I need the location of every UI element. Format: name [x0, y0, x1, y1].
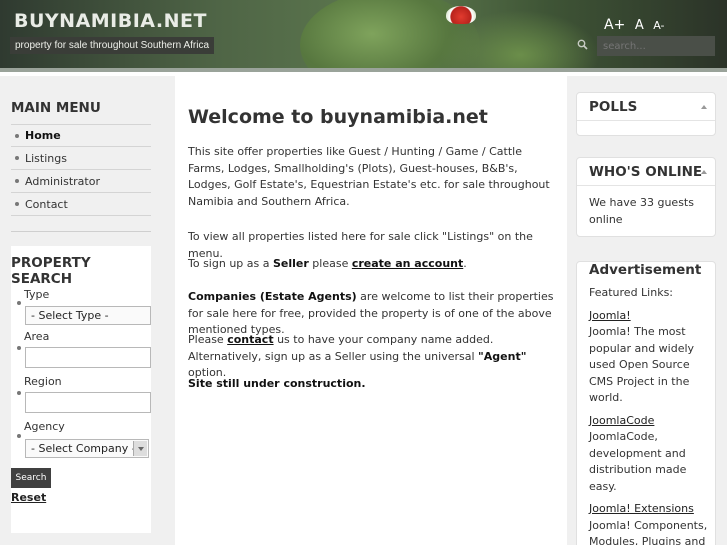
font-size-tools: A+ A A-	[604, 17, 670, 33]
reset-link[interactable]: Reset	[11, 491, 46, 504]
menu-item-administrator[interactable]: Administrator	[11, 170, 151, 193]
main-area: MAIN MENU Home Listings Administrator Co…	[0, 76, 727, 545]
frog-eye-graphic	[446, 6, 476, 24]
ad-link[interactable]: Joomla!	[589, 309, 631, 322]
bullet-icon	[17, 434, 21, 438]
site-header: BUYNAMIBIA.NET property for sale through…	[0, 0, 727, 72]
search-icon	[577, 39, 588, 50]
signup-text: To sign up as a	[188, 257, 273, 270]
font-decrease-button[interactable]: A-	[653, 19, 664, 32]
seller-text: Seller	[272, 257, 309, 270]
bullet-icon	[15, 202, 19, 206]
page-title: Welcome to buynamibia.net	[188, 106, 488, 128]
agent-text: "Agent"	[478, 349, 527, 363]
menu-divider	[11, 231, 151, 232]
online-count-text: We have 33 guests online	[589, 196, 694, 226]
main-menu-title: MAIN MENU	[11, 100, 101, 116]
main-content: Welcome to buynamibia.net This site offe…	[175, 76, 567, 545]
whos-online-title: WHO'S ONLINE	[589, 164, 703, 180]
property-search-title: PROPERTY SEARCH	[11, 255, 91, 287]
intro-paragraph: This site offer properties like Guest / …	[188, 145, 550, 208]
header-bottom-border	[0, 68, 727, 72]
font-reset-button[interactable]: A	[635, 18, 644, 33]
contact-paragraph: Please contact us to have your company n…	[188, 332, 558, 382]
agency-label: Agency	[24, 420, 65, 433]
module-divider	[577, 185, 715, 186]
site-title[interactable]: BUYNAMIBIA.NET	[14, 10, 207, 32]
right-sidebar: POLLS WHO'S ONLINE We have 33 guests onl…	[567, 76, 727, 545]
ad-description: JoomlaCode, development and distribution…	[589, 430, 687, 493]
property-search-module: PROPERTY SEARCH Type - Select Type - Are…	[11, 246, 151, 533]
create-account-link[interactable]: create an account	[352, 257, 463, 270]
ad-description: Joomla! The most popular and widely used…	[589, 325, 695, 404]
bullet-icon	[15, 156, 19, 160]
ad-link[interactable]: Joomla! Extensions	[589, 502, 694, 515]
signup-text-2: please	[308, 257, 352, 270]
menu-item-label: Listings	[25, 151, 67, 165]
contact-text: Please	[188, 333, 228, 346]
bullet-icon	[15, 179, 19, 183]
signup-text-3: .	[463, 257, 467, 270]
menu-item-label: Home	[25, 129, 61, 142]
featured-links-label: Featured Links:	[589, 286, 674, 299]
whos-online-module: WHO'S ONLINE We have 33 guests online	[576, 157, 716, 237]
contact-link[interactable]: contact	[227, 333, 273, 346]
main-menu: Home Listings Administrator Contact	[11, 124, 151, 216]
bullet-icon	[17, 391, 21, 395]
ad-item: JoomlaCode JoomlaCode, development and d…	[589, 413, 709, 496]
collapse-icon[interactable]	[701, 105, 707, 109]
bullet-icon	[15, 133, 19, 138]
ad-item: Joomla! Joomla! The most popular and wid…	[589, 308, 709, 407]
construction-text: Site still under construction.	[188, 377, 366, 390]
menu-item-home[interactable]: Home	[11, 124, 151, 147]
signup-paragraph: To sign up as a Seller please create an …	[188, 256, 558, 273]
collapse-icon[interactable]	[701, 170, 707, 174]
advertisement-title: Advertisement	[589, 262, 702, 278]
polls-module: POLLS	[576, 92, 716, 136]
type-label: Type	[24, 288, 50, 301]
companies-text: Companies (Estate Agents)	[188, 290, 357, 303]
type-select[interactable]: - Select Type -	[25, 306, 151, 325]
area-input[interactable]	[25, 347, 151, 368]
advertisement-module: Advertisement Featured Links: Joomla! Jo…	[576, 261, 716, 545]
menu-item-contact[interactable]: Contact	[11, 193, 151, 216]
module-divider	[577, 120, 715, 121]
advertisement-body: Featured Links: Joomla! Joomla! The most…	[589, 285, 709, 545]
ad-description: Joomla! Components, Modules, Plugins and	[589, 518, 708, 545]
agency-select-value: - Select Company -	[31, 442, 136, 455]
menu-item-listings[interactable]: Listings	[11, 147, 151, 170]
bullet-icon	[17, 346, 21, 350]
ad-link[interactable]: JoomlaCode	[589, 414, 654, 427]
agency-select[interactable]: - Select Company -	[25, 439, 149, 458]
chevron-down-icon	[133, 441, 147, 456]
search-input[interactable]	[597, 36, 715, 56]
area-label: Area	[24, 330, 50, 343]
search-button[interactable]: Search	[11, 468, 51, 488]
bullet-icon	[17, 301, 21, 305]
ad-item: Joomla! Extensions Joomla! Components, M…	[589, 501, 709, 545]
polls-title: POLLS	[589, 99, 638, 115]
construction-notice: Site still under construction.	[188, 376, 558, 393]
left-sidebar: MAIN MENU Home Listings Administrator Co…	[0, 76, 175, 545]
menu-item-label: Contact	[25, 197, 68, 211]
site-tagline: property for sale throughout Southern Af…	[10, 37, 215, 54]
font-increase-button[interactable]: A+	[604, 17, 625, 33]
region-label: Region	[24, 375, 62, 388]
menu-item-label: Administrator	[25, 174, 100, 188]
region-input[interactable]	[25, 392, 151, 413]
